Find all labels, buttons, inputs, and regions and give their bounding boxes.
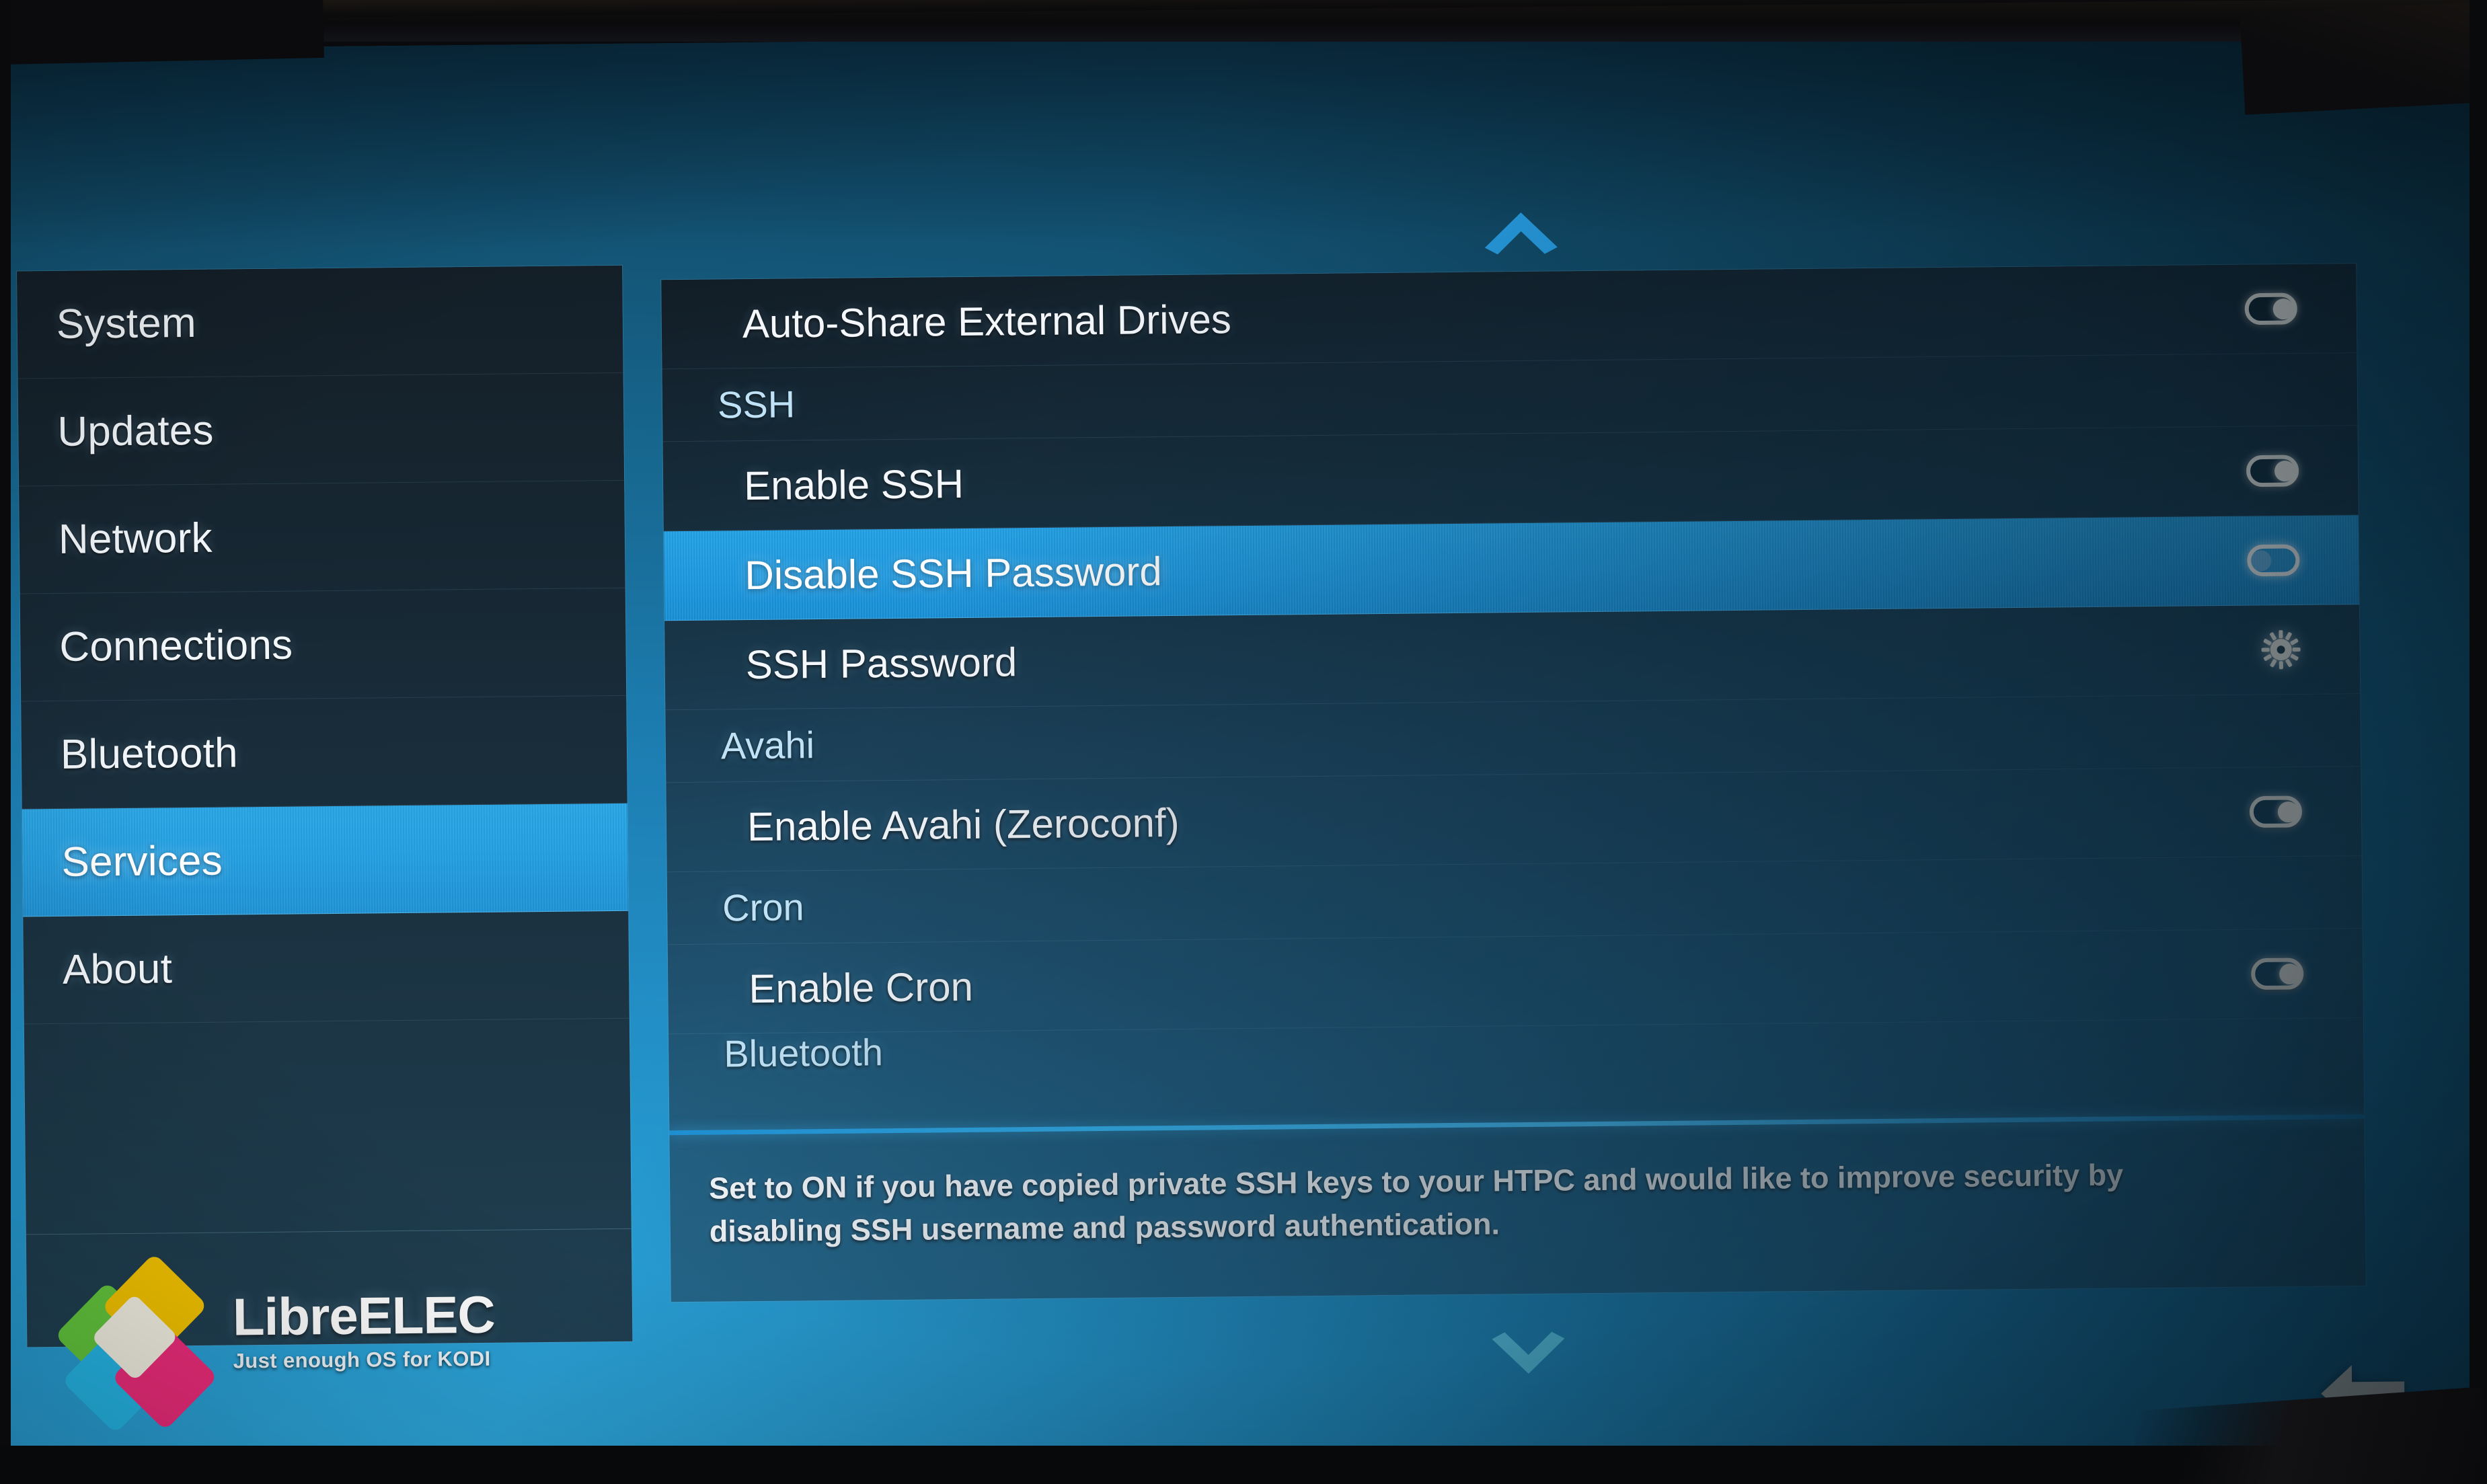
settings-row-enable-avahi-zeroconf[interactable]: Enable Avahi (Zeroconf) bbox=[666, 767, 2362, 873]
libreelec-settings-screen: System Updates Network Connections Bluetooth… bbox=[0, 26, 2487, 1475]
sidebar-filler bbox=[24, 1018, 632, 1235]
setting-description-text: Set to ON if you have copied private SSH… bbox=[708, 1157, 2124, 1249]
settings-row-control bbox=[2244, 292, 2297, 325]
settings-row-control bbox=[2251, 958, 2304, 990]
toggle-knob bbox=[2277, 801, 2299, 822]
settings-row-disable-ssh-password[interactable]: Disable SSH Password bbox=[661, 515, 2359, 621]
libreelec-logo: LibreELEC Just enough OS for KODI bbox=[26, 1229, 633, 1434]
sidebar-item-connections[interactable]: Connections bbox=[20, 588, 627, 702]
settings-row-control bbox=[2249, 795, 2303, 828]
logo-wordmark: LibreELEC Just enough OS for KODI bbox=[232, 1284, 496, 1373]
chevron-up-icon[interactable] bbox=[1481, 208, 1561, 256]
gear-icon[interactable] bbox=[2261, 630, 2301, 670]
sidebar-item-network[interactable]: Network bbox=[19, 480, 625, 594]
toggle-knob bbox=[2279, 963, 2301, 984]
settings-row-enable-cron[interactable]: Enable Cron bbox=[667, 929, 2363, 1035]
sidebar-item-about[interactable]: About bbox=[23, 910, 629, 1025]
tv-photo: System Updates Network Connections Bluetooth… bbox=[0, 0, 2487, 1484]
description-panel: Set to ON if you have copied private SSH… bbox=[669, 1119, 2365, 1302]
sidebar-item-updates[interactable]: Updates bbox=[17, 373, 625, 487]
toggle-knob bbox=[2274, 460, 2296, 481]
logo-tagline: Just enough OS for KODI bbox=[233, 1346, 491, 1373]
settings-row-ssh-password[interactable]: SSH Password bbox=[664, 604, 2361, 711]
settings-row-label: Enable SSH bbox=[743, 461, 964, 508]
settings-row-label: Auto-Share External Drives bbox=[742, 296, 1232, 346]
sidebar-item-label: Updates bbox=[57, 407, 215, 455]
settings-row-enable-ssh[interactable]: Enable SSH bbox=[662, 426, 2359, 532]
sidebar-item-label: Bluetooth bbox=[60, 730, 239, 778]
toggle-knob bbox=[2272, 298, 2294, 319]
settings-row-label: Enable Avahi (Zeroconf) bbox=[747, 799, 1180, 849]
logo-name: LibreELEC bbox=[232, 1284, 496, 1347]
sidebar-item-label: System bbox=[56, 299, 197, 348]
settings-content-panel: Auto-Share External Drives SSH Enable SSH D… bbox=[661, 264, 2366, 1302]
tv-bezel-top-inner bbox=[0, 0, 2487, 20]
settings-row-auto-share-external-drives[interactable]: Auto-Share External Drives bbox=[661, 264, 2357, 370]
sidebar-item-list: System Updates Network Connections Bluetooth… bbox=[17, 265, 629, 1025]
sidebar-item-label: About bbox=[62, 945, 173, 993]
sidebar-item-system[interactable]: System bbox=[17, 265, 623, 379]
sidebar-item-label: Connections bbox=[59, 621, 293, 670]
toggle-knob bbox=[2250, 549, 2272, 572]
settings-row-label: Disable SSH Password bbox=[744, 548, 1163, 598]
settings-list: Auto-Share External Drives SSH Enable SSH D… bbox=[661, 264, 2364, 1130]
settings-row-label: SSH Password bbox=[745, 639, 1018, 687]
sidebar-item-services[interactable]: Services bbox=[22, 803, 629, 917]
section-header-label: Avahi bbox=[720, 724, 815, 767]
settings-row-control bbox=[2247, 544, 2300, 577]
sidebar-item-label: Network bbox=[58, 514, 213, 563]
sidebar-item-label: Services bbox=[61, 837, 223, 886]
section-header-label: Cron bbox=[722, 886, 804, 929]
toggle-switch-disable-ssh-password[interactable] bbox=[2247, 544, 2300, 577]
section-header-label: SSH bbox=[717, 383, 796, 426]
toggle-switch-enable-avahi-zeroconf[interactable] bbox=[2249, 795, 2303, 828]
toggle-switch-enable-cron[interactable] bbox=[2251, 958, 2304, 990]
settings-row-label: Enable Cron bbox=[749, 964, 974, 1011]
settings-category-sidebar: System Updates Network Connections Bluetooth… bbox=[17, 265, 633, 1434]
chevron-down-icon[interactable] bbox=[1488, 1329, 1568, 1378]
settings-row-control bbox=[2246, 455, 2299, 487]
sidebar-item-bluetooth[interactable]: Bluetooth bbox=[21, 695, 627, 810]
toggle-switch-enable-ssh[interactable] bbox=[2246, 455, 2299, 487]
toggle-switch-auto-share-external-drives[interactable] bbox=[2244, 292, 2297, 325]
libreelec-diamond-logo-icon bbox=[54, 1253, 219, 1434]
settings-row-control bbox=[2261, 630, 2301, 670]
back-arrow-icon[interactable] bbox=[2320, 1359, 2406, 1427]
section-header-label: Bluetooth bbox=[723, 1031, 884, 1075]
